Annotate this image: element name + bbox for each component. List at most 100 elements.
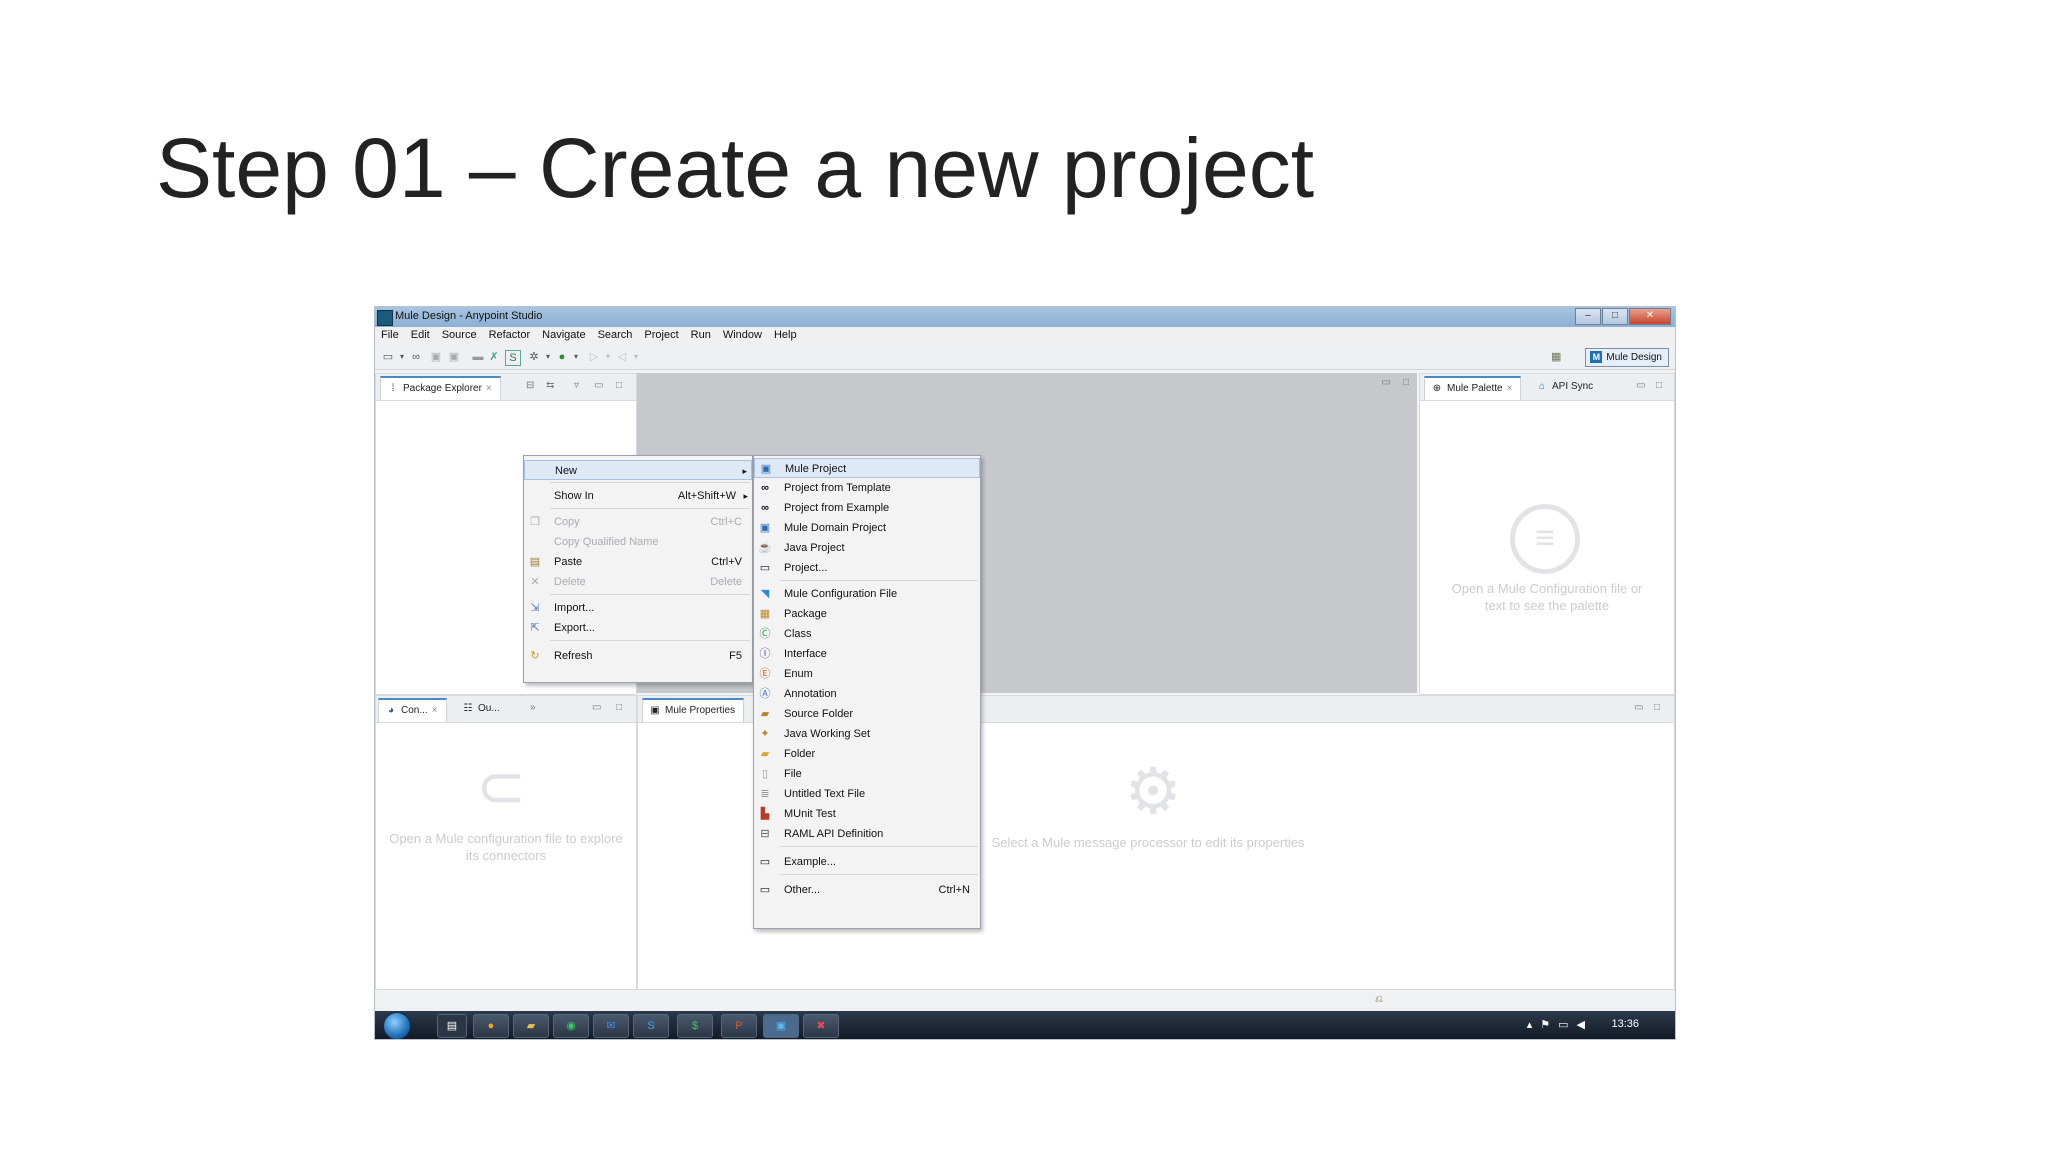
view-menu-icon[interactable]: ▿ xyxy=(574,380,579,391)
submenu-item-other[interactable]: ▭ Other... Ctrl+N xyxy=(754,880,980,900)
close-tab-icon[interactable]: × xyxy=(1507,383,1513,394)
submenu-item-folder[interactable]: ▰ Folder xyxy=(754,744,980,764)
mule-design-perspective-button[interactable]: M Mule Design xyxy=(1585,348,1669,367)
menu-help[interactable]: Help xyxy=(768,327,803,345)
maximize-icon[interactable]: □ xyxy=(616,380,622,391)
submenu-item-example[interactable]: ▭ Example... xyxy=(754,852,980,872)
close-tab-icon[interactable]: × xyxy=(486,383,492,394)
submenu-item-interface[interactable]: Ⓘ Interface xyxy=(754,644,980,664)
taskbar-app-money[interactable]: $ xyxy=(677,1014,713,1038)
forward-icon[interactable]: ▷ xyxy=(587,350,601,364)
submenu-item-project-from-example[interactable]: ∞ Project from Example xyxy=(754,498,980,518)
minimize-icon[interactable]: ▭ xyxy=(1634,702,1643,713)
submenu-item-source-folder[interactable]: ▰ Source Folder xyxy=(754,704,980,724)
submenu-item-project[interactable]: ▭ Project... xyxy=(754,558,980,578)
new-icon[interactable]: ▭ xyxy=(381,350,395,364)
open-perspective-icon[interactable]: ▦ xyxy=(1551,350,1565,364)
tab-mule-palette[interactable]: ⊕ Mule Palette × xyxy=(1424,376,1522,400)
menu-refactor[interactable]: Refactor xyxy=(483,327,537,345)
start-button[interactable] xyxy=(383,1012,411,1039)
close-tab-icon[interactable]: × xyxy=(432,705,438,716)
taskbar-app-explorer[interactable]: ▤ xyxy=(437,1014,467,1038)
tray-expand-icon[interactable]: ▴ xyxy=(1527,1018,1533,1031)
ctx-item-import[interactable]: ⇲ Import... xyxy=(524,598,752,618)
submenu-item-mule-configuration-file[interactable]: ◥ Mule Configuration File xyxy=(754,584,980,604)
mule-link-icon[interactable]: ∞ xyxy=(409,350,423,364)
taskbar-app-firefox[interactable]: ● xyxy=(473,1014,509,1038)
submenu-item-untitled-text-file[interactable]: ≣ Untitled Text File xyxy=(754,784,980,804)
volume-icon[interactable]: ◀ xyxy=(1577,1018,1585,1031)
submenu-item-enum[interactable]: Ⓔ Enum xyxy=(754,664,980,684)
taskbar-app-anypoint[interactable]: ▣ xyxy=(763,1014,799,1038)
ctx-item-copy[interactable]: ❐ Copy Ctrl+C xyxy=(524,512,752,532)
submenu-item-raml-api-definition[interactable]: ⊟ RAML API Definition xyxy=(754,824,980,844)
submenu-item-munit-test[interactable]: ▙ MUnit Test xyxy=(754,804,980,824)
ctx-item-paste[interactable]: ▤ Paste Ctrl+V xyxy=(524,552,752,572)
tab-connections[interactable]: ◕ Con... × xyxy=(378,698,447,722)
close-button[interactable]: ✕ xyxy=(1629,308,1671,325)
dropdown-icon[interactable]: ▾ xyxy=(395,350,409,364)
menu-search[interactable]: Search xyxy=(592,327,639,345)
save-icon[interactable]: ▣ xyxy=(429,350,443,364)
link-editor-icon[interactable]: ⇆ xyxy=(546,380,554,391)
flag-icon[interactable]: ⚑ xyxy=(1540,1018,1550,1031)
tab-package-explorer[interactable]: ⁞ Package Explorer × xyxy=(380,376,501,400)
maximize-icon[interactable]: □ xyxy=(1654,702,1660,713)
menu-file[interactable]: File xyxy=(375,327,405,345)
minimize-button[interactable]: – xyxy=(1575,308,1601,325)
debug-icon[interactable]: ✗ xyxy=(487,350,501,364)
submenu-item-java-working-set[interactable]: ✦ Java Working Set xyxy=(754,724,980,744)
ctx-item-show-in[interactable]: Show In Alt+Shift+W ▸ xyxy=(524,486,752,506)
dropdown-icon[interactable]: ▾ xyxy=(569,350,583,364)
studio-icon[interactable]: S xyxy=(505,350,521,366)
more-views-icon[interactable]: » xyxy=(530,702,536,713)
menu-project[interactable]: Project xyxy=(638,327,684,345)
taskbar-app-powerpoint[interactable]: P xyxy=(721,1014,757,1038)
maximize-icon[interactable]: □ xyxy=(616,702,622,713)
submenu-item-class[interactable]: Ⓒ Class xyxy=(754,624,980,644)
status-icon[interactable]: ⎌ xyxy=(1375,994,1383,1005)
save-all-icon[interactable]: ▣ xyxy=(447,350,461,364)
maximize-icon[interactable]: □ xyxy=(1656,380,1662,391)
menu-window[interactable]: Window xyxy=(717,327,768,345)
ctx-item-copy-qualified-name[interactable]: Copy Qualified Name xyxy=(524,532,752,552)
menu-run[interactable]: Run xyxy=(685,327,717,345)
ctx-item-delete[interactable]: ✕ Delete Delete xyxy=(524,572,752,592)
tab-api-sync[interactable]: ⌂ API Sync xyxy=(1530,376,1601,398)
dropdown-icon[interactable]: ▾ xyxy=(629,350,643,364)
collapse-all-icon[interactable]: ⊟ xyxy=(526,380,534,391)
dropdown-icon[interactable]: ▾ xyxy=(601,350,615,364)
ctx-item-export[interactable]: ⇱ Export... xyxy=(524,618,752,638)
run-icon[interactable]: ● xyxy=(555,350,569,364)
minimize-icon[interactable]: ▭ xyxy=(1382,377,1391,388)
taskbar-clock[interactable]: 13:36 xyxy=(1611,1018,1639,1030)
ctx-item-refresh[interactable]: ↻ Refresh F5 xyxy=(524,646,752,666)
network-icon[interactable]: ▭ xyxy=(1558,1018,1568,1031)
minimize-icon[interactable]: ▭ xyxy=(592,702,601,713)
tab-outline[interactable]: ☷ Ou... xyxy=(456,698,508,720)
dropdown-icon[interactable]: ▾ xyxy=(541,350,555,364)
taskbar-app-outlook[interactable]: ✉ xyxy=(593,1014,629,1038)
print-icon[interactable]: ▬ xyxy=(471,350,485,364)
submenu-item-mule-project[interactable]: ▣ Mule Project xyxy=(754,458,980,478)
ctx-item-new[interactable]: New ▸ xyxy=(524,460,752,480)
taskbar-app-green[interactable]: ◉ xyxy=(553,1014,589,1038)
tab-mule-properties[interactable]: ▣ Mule Properties xyxy=(642,698,745,722)
submenu-item-annotation[interactable]: Ⓐ Annotation xyxy=(754,684,980,704)
submenu-item-java-project[interactable]: ☕ Java Project xyxy=(754,538,980,558)
taskbar-app-skype[interactable]: S xyxy=(633,1014,669,1038)
submenu-item-file[interactable]: ▯ File xyxy=(754,764,980,784)
minimize-icon[interactable]: ▭ xyxy=(594,380,603,391)
taskbar-app-red[interactable]: ✖ xyxy=(803,1014,839,1038)
submenu-item-package[interactable]: ▦ Package xyxy=(754,604,980,624)
maximize-icon[interactable]: □ xyxy=(1403,377,1409,388)
submenu-item-project-from-template[interactable]: ∞ Project from Template xyxy=(754,478,980,498)
minimize-icon[interactable]: ▭ xyxy=(1636,380,1645,391)
settings-icon[interactable]: ✲ xyxy=(527,350,541,364)
menu-navigate[interactable]: Navigate xyxy=(536,327,591,345)
menu-edit[interactable]: Edit xyxy=(405,327,436,345)
taskbar-app-folder[interactable]: ▰ xyxy=(513,1014,549,1038)
maximize-button[interactable]: □ xyxy=(1602,308,1628,325)
back-icon[interactable]: ◁ xyxy=(615,350,629,364)
menu-source[interactable]: Source xyxy=(436,327,483,345)
